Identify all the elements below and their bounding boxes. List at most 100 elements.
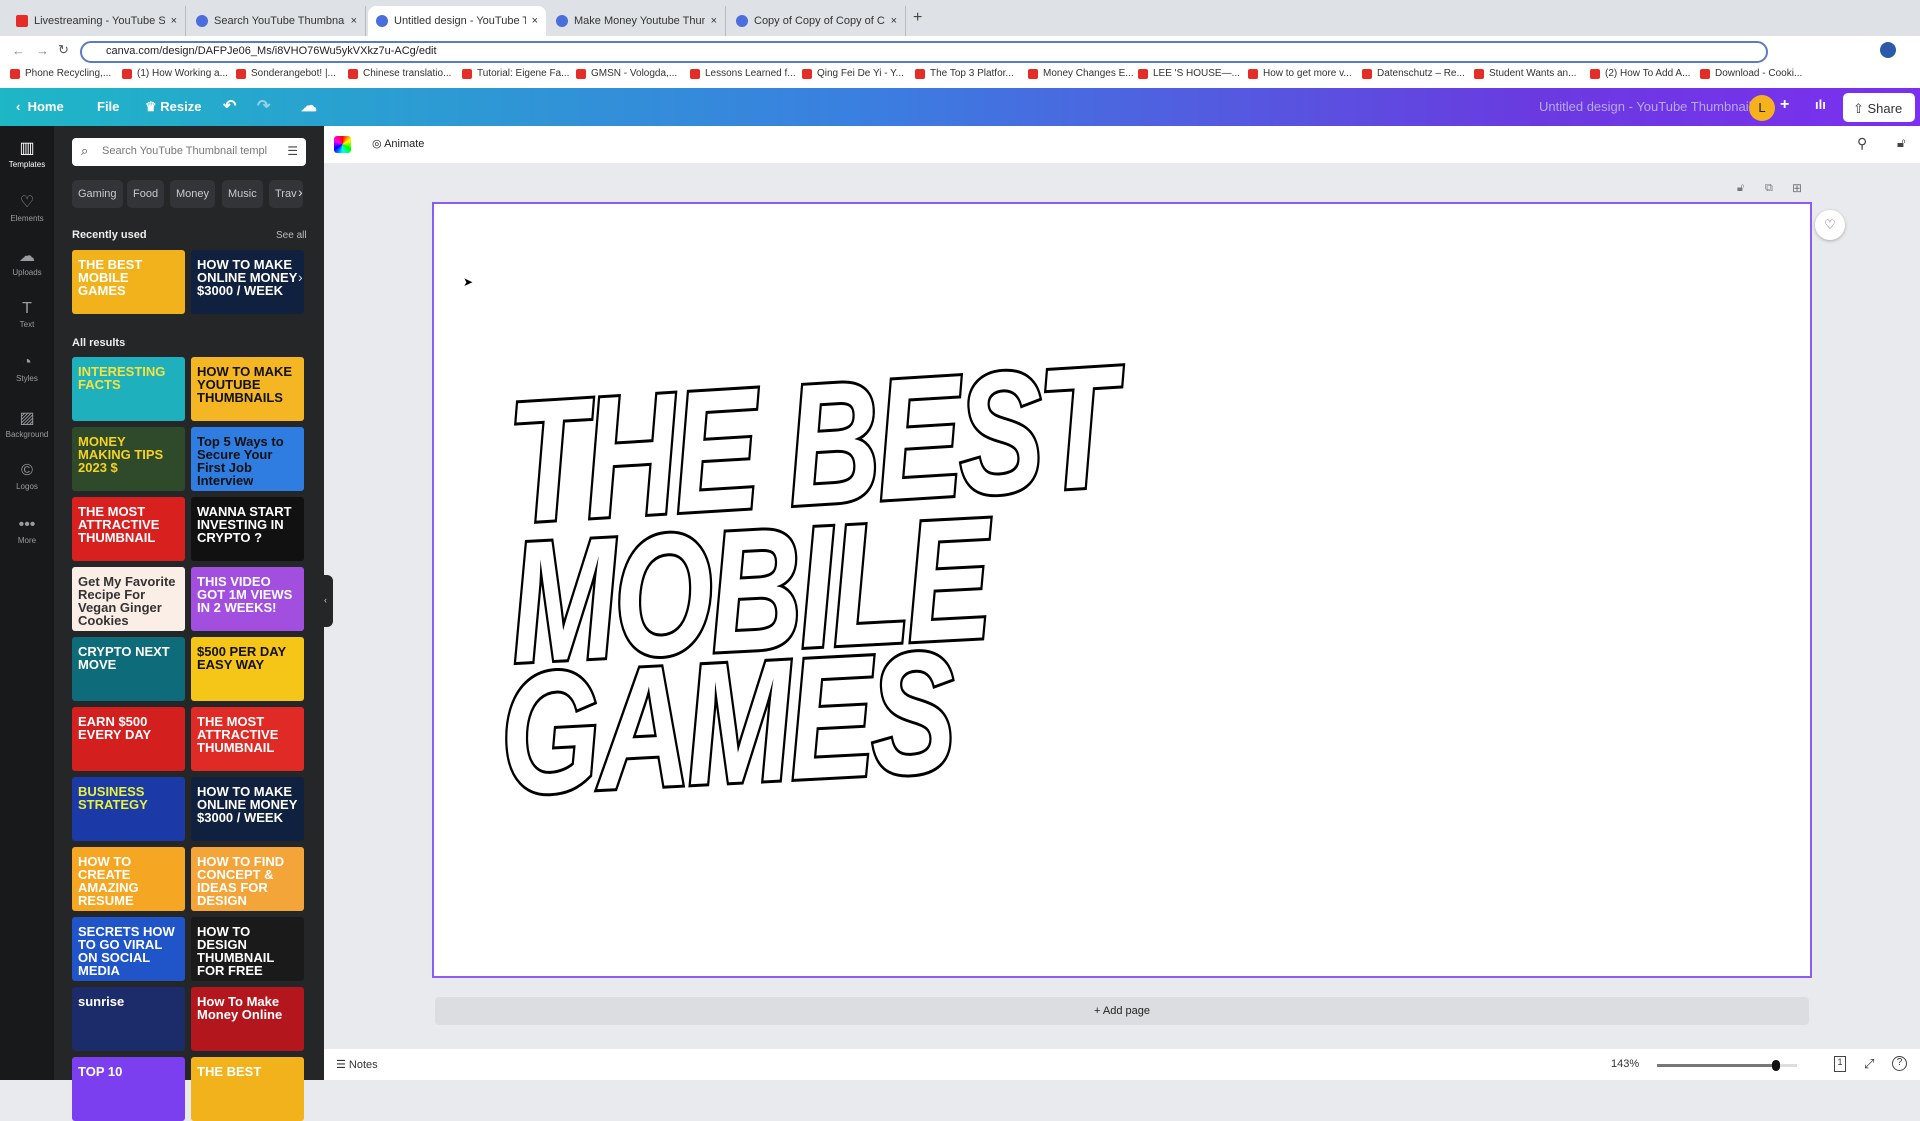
template-thumbnail[interactable]: TOP 10 <box>72 1057 185 1121</box>
paint-roller-icon[interactable]: ⚲ <box>1857 135 1867 152</box>
close-tab-icon[interactable]: × <box>711 15 717 27</box>
add-collaborator-icon[interactable]: + <box>1780 96 1789 114</box>
bookmark[interactable]: Sonderangebot! |... <box>236 68 336 79</box>
design-page[interactable]: THE BEST MOBILE GAMES <box>432 202 1812 978</box>
new-tab-button[interactable]: + <box>913 9 922 27</box>
browser-tab[interactable]: Search YouTube Thumbnail - C × <box>188 6 366 36</box>
close-tab-icon[interactable]: × <box>532 15 538 27</box>
bookmark[interactable]: Qing Fei De Yi - Y... <box>802 68 904 79</box>
headline-line-3[interactable]: GAMES <box>493 613 960 834</box>
bookmark[interactable]: Tutorial: Eigene Fa... <box>462 68 569 79</box>
bookmark[interactable]: Lessons Learned f... <box>690 68 796 79</box>
filter-icon[interactable]: ☰ <box>287 144 298 158</box>
template-thumbnail[interactable]: THE MOST ATTRACTIVE THUMBNAIL <box>191 707 304 771</box>
see-all-link[interactable]: See all <box>276 230 307 241</box>
template-thumbnail[interactable]: SECRETS HOW TO GO VIRAL ON SOCIAL MEDIA <box>72 917 185 981</box>
template-thumbnail[interactable]: THE MOST ATTRACTIVE THUMBNAIL <box>72 497 185 561</box>
avatar[interactable]: L <box>1749 95 1775 121</box>
rail-item-more[interactable]: ••• More <box>0 516 54 545</box>
browser-tab[interactable]: Untitled design - YouTube Thu × <box>368 6 546 36</box>
add-page-icon[interactable]: ⊞ <box>1792 181 1802 195</box>
rail-item-templates[interactable]: ▥ Templates <box>0 138 54 169</box>
forward-icon[interactable]: → <box>36 43 49 58</box>
close-tab-icon[interactable]: × <box>891 15 897 27</box>
color-picker-icon[interactable] <box>334 136 351 153</box>
animate-button[interactable]: ◎ Animate <box>372 137 424 150</box>
bookmark[interactable]: GMSN - Vologda,... <box>576 68 677 79</box>
rail-item-uploads[interactable]: ☁ Uploads <box>0 246 54 277</box>
comment-icon[interactable]: ♡ <box>1815 210 1845 240</box>
add-page-button[interactable]: + Add page <box>435 997 1809 1025</box>
page-count-button[interactable]: 1 <box>1834 1056 1846 1072</box>
close-tab-icon[interactable]: × <box>171 15 177 27</box>
template-thumbnail[interactable]: CRYPTO NEXT MOVE <box>72 637 185 701</box>
bookmark[interactable]: (1) How Working a... <box>122 68 228 79</box>
template-thumbnail[interactable]: HOW TO MAKE YOUTUBE THUMBNAILS <box>191 357 304 421</box>
rail-item-elements[interactable]: ♡ Elements <box>0 192 54 223</box>
share-button[interactable]: ⇧ Share <box>1843 93 1915 122</box>
zoom-slider[interactable] <box>1657 1060 1797 1071</box>
recent-next-icon[interactable]: › <box>298 269 303 285</box>
close-tab-icon[interactable]: × <box>351 15 357 27</box>
duplicate-page-icon[interactable]: ⧉ <box>1765 182 1773 195</box>
template-thumbnail[interactable]: Get My Favorite Recipe For Vegan Ginger … <box>72 567 185 631</box>
bookmark[interactable]: Phone Recycling,... <box>10 68 111 79</box>
template-thumbnail[interactable]: How To Make Money Online <box>191 987 304 1051</box>
file-button[interactable]: File <box>97 99 119 114</box>
bookmark[interactable]: Student Wants an... <box>1474 68 1576 79</box>
home-button[interactable]: ‹ Home <box>16 99 64 114</box>
template-thumbnail[interactable]: HOW TO MAKE ONLINE MONEY $3000 / WEEK <box>191 777 304 841</box>
category-chip[interactable]: Food <box>127 180 165 208</box>
template-thumbnail[interactable]: THE BEST <box>191 1057 304 1121</box>
zoom-level[interactable]: 143% <box>1611 1058 1639 1070</box>
template-thumbnail[interactable]: EARN $500 EVERY DAY <box>72 707 185 771</box>
bookmark[interactable]: Money Changes E... <box>1028 68 1134 79</box>
bookmark[interactable]: How to get more v... <box>1248 68 1352 79</box>
browser-tab[interactable]: Make Money Youtube Thumbn × <box>548 6 726 36</box>
profile-avatar[interactable] <box>1880 42 1896 58</box>
fullscreen-icon[interactable]: ⤢ <box>1864 1056 1874 1072</box>
category-chip[interactable]: Money <box>170 180 216 208</box>
template-thumbnail[interactable]: Top 5 Ways to Secure Your First Job Inte… <box>191 427 304 491</box>
zoom-slider-handle[interactable] <box>1772 1060 1780 1071</box>
bookmark[interactable]: Download - Cooki... <box>1700 68 1802 79</box>
chevron-right-icon[interactable]: › <box>298 184 303 200</box>
browser-tab[interactable]: Livestreaming - YouTube S × <box>8 6 186 36</box>
address-bar[interactable]: canva.com/design/DAFPJe06_Ms/i8VHO76Wu5y… <box>80 41 1768 63</box>
undo-icon[interactable]: ↶ <box>223 96 236 116</box>
template-thumbnail[interactable]: HOW TO FIND CONCEPT & IDEAS FOR DESIGN <box>191 847 304 911</box>
template-thumbnail[interactable]: HOW TO DESIGN THUMBNAIL FOR FREE <box>191 917 304 981</box>
template-thumbnail[interactable]: $500 PER DAY EASY WAY <box>191 637 304 701</box>
reload-icon[interactable]: ↻ <box>58 42 69 58</box>
template-thumbnail[interactable]: BUSINESS STRATEGY <box>72 777 185 841</box>
resize-button[interactable]: ♛ Resize <box>145 99 201 115</box>
template-thumbnail[interactable]: INTERESTING FACTS <box>72 357 185 421</box>
help-icon[interactable]: ? <box>1892 1056 1907 1071</box>
template-search-input[interactable]: ⌕ Search YouTube Thumbnail templ ☰ <box>72 138 306 166</box>
template-thumbnail[interactable]: HOW TO CREATE AMAZING RESUME <box>72 847 185 911</box>
bookmark[interactable]: LEE 'S HOUSE—... <box>1138 68 1240 79</box>
template-thumbnail[interactable]: MONEY MAKING TIPS 2023 $ <box>72 427 185 491</box>
notes-button[interactable]: ☰ Notes <box>336 1058 378 1071</box>
rail-item-background[interactable]: ▨ Background <box>0 408 54 439</box>
rail-item-text[interactable]: T Text <box>0 300 54 329</box>
page-lock-icon[interactable]: 🔓︎ <box>1737 182 1744 195</box>
bookmark[interactable]: (2) How To Add A... <box>1590 68 1690 79</box>
analytics-icon[interactable]: ılı <box>1815 97 1826 112</box>
redo-icon[interactable]: ↷ <box>257 96 270 116</box>
rail-item-logos[interactable]: © Logos <box>0 462 54 491</box>
bookmark[interactable]: Datenschutz – Re... <box>1362 68 1465 79</box>
template-thumbnail[interactable]: THE BEST MOBILE GAMES <box>72 250 185 314</box>
collapse-panel-handle[interactable]: ‹ <box>324 575 333 627</box>
lock-icon[interactable]: 🔓︎ <box>1897 135 1905 151</box>
browser-tab[interactable]: Copy of Copy of Copy of Copy × <box>728 6 906 36</box>
back-icon[interactable]: ← <box>12 43 25 58</box>
template-thumbnail[interactable]: THIS VIDEO GOT 1M VIEWS IN 2 WEEKS! <box>191 567 304 631</box>
template-thumbnail[interactable]: sunrise <box>72 987 185 1051</box>
rail-item-styles[interactable]: ◔ Styles <box>0 354 54 383</box>
design-title[interactable]: Untitled design - YouTube Thumbnail <box>1539 99 1751 114</box>
bookmark[interactable]: Chinese translatio... <box>348 68 451 79</box>
category-chip[interactable]: Gaming <box>72 180 123 208</box>
template-thumbnail[interactable]: WANNA START INVESTING IN CRYPTO ? <box>191 497 304 561</box>
category-chip[interactable]: Music <box>222 180 263 208</box>
